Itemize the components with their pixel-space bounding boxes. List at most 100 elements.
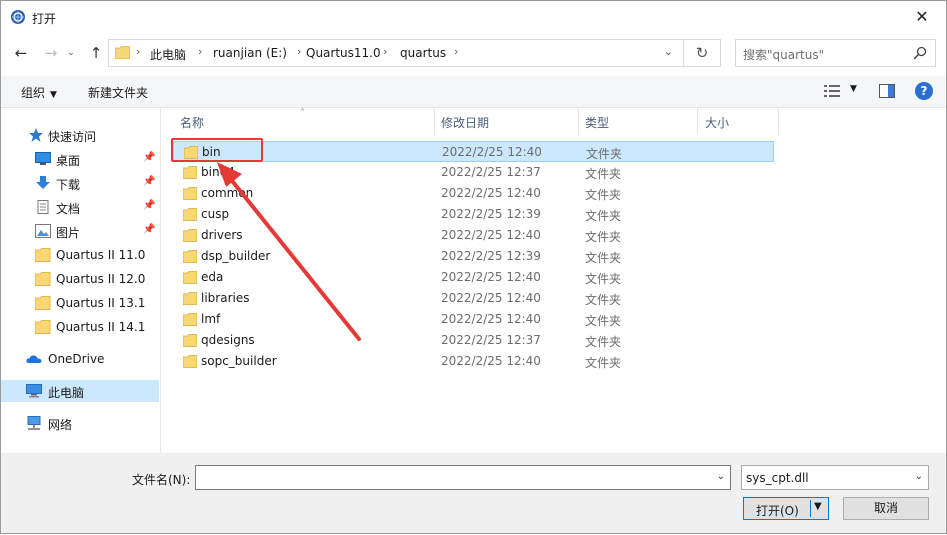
breadcrumb-quartus[interactable]: quartus — [400, 46, 446, 60]
file-type: 文件夹 — [585, 272, 622, 286]
new-folder-button[interactable]: 新建文件夹 — [88, 84, 148, 101]
nav-item-onedrive[interactable]: OneDrive — [1, 348, 159, 370]
file-row[interactable]: bin 2022/2/25 12:40 文件夹 — [173, 141, 774, 162]
file-row[interactable]: eda 2022/2/25 12:40 文件夹 — [173, 267, 774, 288]
nav-label: Quartus II 11.0 — [56, 248, 146, 262]
nav-item-documents[interactable]: 文档 📌 — [1, 196, 159, 218]
address-dropdown-icon[interactable]: ⌄ — [664, 45, 673, 58]
column-header-type[interactable]: 类型 — [585, 114, 609, 131]
file-row[interactable]: libraries 2022/2/25 12:40 文件夹 — [173, 288, 774, 309]
open-dropdown-icon[interactable]: ▼ — [814, 501, 822, 512]
close-button[interactable]: ✕ — [900, 1, 944, 33]
column-header-date[interactable]: 修改日期 — [441, 114, 489, 131]
search-input[interactable]: 搜索"quartus" — [735, 39, 936, 67]
nav-item-quartus-14[interactable]: Quartus II 14.1 — [1, 316, 159, 338]
download-icon — [36, 176, 50, 189]
search-icon — [913, 46, 927, 60]
cancel-button[interactable]: 取消 — [843, 497, 929, 520]
file-type: 文件夹 — [585, 335, 622, 349]
column-divider[interactable] — [578, 108, 579, 135]
nav-item-quartus-13[interactable]: Quartus II 13.1 — [1, 292, 159, 314]
nav-item-quartus-12[interactable]: Quartus II 12.0 — [1, 268, 159, 290]
file-date: 2022/2/25 12:39 — [441, 249, 541, 263]
file-date: 2022/2/25 12:40 — [441, 186, 541, 200]
folder-icon — [183, 355, 197, 368]
help-icon[interactable]: ? — [915, 82, 933, 100]
window-title: 打开 — [32, 12, 57, 26]
computer-icon — [26, 384, 42, 398]
title-bar: 打开 ✕ — [1, 1, 946, 34]
breadcrumb-separator: › — [136, 45, 141, 58]
chevron-down-icon: ⌄ — [914, 471, 923, 482]
filename-input[interactable]: ⌄ — [195, 465, 731, 490]
pictures-icon — [35, 224, 51, 238]
file-row[interactable]: cusp 2022/2/25 12:39 文件夹 — [173, 204, 774, 225]
back-button[interactable]: ← — [10, 41, 32, 65]
file-name: sopc_builder — [201, 354, 277, 368]
nav-quick-access[interactable]: 快速访问 — [1, 124, 159, 146]
preview-pane-icon[interactable] — [879, 84, 895, 98]
nav-item-desktop[interactable]: 桌面 📌 — [1, 148, 159, 170]
refresh-button[interactable]: ↻ — [683, 40, 720, 66]
file-name: common — [201, 186, 254, 200]
file-name: lmf — [201, 312, 221, 326]
document-icon — [37, 200, 49, 214]
file-row[interactable]: lmf 2022/2/25 12:40 文件夹 — [173, 309, 774, 330]
breadcrumb-this-pc[interactable]: 此电脑 — [150, 46, 186, 63]
column-header-size[interactable]: 大小 — [705, 114, 729, 131]
file-row[interactable]: dsp_builder 2022/2/25 12:39 文件夹 — [173, 246, 774, 267]
column-header-name[interactable]: 名称 — [180, 114, 204, 131]
file-type: 文件夹 — [585, 209, 622, 223]
up-button[interactable]: ↑ — [85, 41, 107, 65]
organize-label: 组织 — [21, 86, 46, 100]
desktop-icon — [35, 152, 51, 165]
pin-icon: 📌 — [143, 152, 156, 163]
nav-item-downloads[interactable]: 下载 📌 — [1, 172, 159, 194]
open-button[interactable]: 打开(O) ▼ — [743, 497, 829, 520]
column-divider[interactable] — [697, 108, 698, 135]
breadcrumb-drive[interactable]: ruanjian (E:) — [213, 46, 287, 60]
nav-item-this-pc[interactable]: 此电脑 — [1, 380, 159, 402]
pane-divider[interactable] — [160, 108, 161, 453]
nav-label: 下载 — [56, 178, 81, 192]
chevron-down-icon[interactable]: ⌄ — [717, 471, 725, 482]
nav-label: 文档 — [56, 202, 81, 216]
view-dropdown-icon[interactable]: ▼ — [850, 84, 857, 94]
folder-icon — [183, 250, 197, 263]
file-row[interactable]: bin64 2022/2/25 12:37 文件夹 — [173, 162, 774, 183]
command-bar: 组织 ▼ 新建文件夹 ▼ ? — [1, 76, 946, 108]
file-row[interactable]: common 2022/2/25 12:40 文件夹 — [173, 183, 774, 204]
file-date: 2022/2/25 12:39 — [441, 207, 541, 221]
annotation-highlight-box — [171, 138, 263, 162]
organize-menu[interactable]: 组织 ▼ — [21, 84, 57, 101]
file-row[interactable]: drivers 2022/2/25 12:40 文件夹 — [173, 225, 774, 246]
file-date: 2022/2/25 12:40 — [441, 291, 541, 305]
breadcrumb-separator: › — [198, 45, 203, 58]
nav-item-network[interactable]: 网络 — [1, 412, 159, 434]
folder-icon — [35, 248, 51, 262]
file-row[interactable]: qdesigns 2022/2/25 12:37 文件夹 — [173, 330, 774, 351]
folder-icon — [115, 46, 130, 59]
file-row[interactable]: sopc_builder 2022/2/25 12:40 文件夹 — [173, 351, 774, 372]
file-type: 文件夹 — [585, 167, 622, 181]
file-type-filter[interactable]: sys_cpt.dll ⌄ — [741, 465, 929, 490]
breadcrumb-quartus11[interactable]: Quartus11.0 — [306, 46, 381, 60]
address-bar[interactable]: › 此电脑 › ruanjian (E:) › Quartus11.0 › qu… — [108, 39, 721, 67]
nav-label: 图片 — [56, 226, 81, 240]
file-type: 文件夹 — [585, 251, 622, 265]
file-date: 2022/2/25 12:40 — [442, 145, 542, 159]
nav-label: 网络 — [48, 418, 73, 432]
column-divider[interactable] — [434, 108, 435, 135]
file-name: bin64 — [201, 165, 235, 179]
file-date: 2022/2/25 12:40 — [441, 228, 541, 242]
nav-label: 桌面 — [56, 154, 81, 168]
split-divider — [810, 500, 811, 517]
folder-icon — [183, 292, 197, 305]
forward-button[interactable]: → — [40, 41, 62, 65]
recent-locations-caret[interactable]: ⌄ — [60, 41, 82, 65]
folder-icon — [35, 272, 51, 286]
nav-item-quartus-11[interactable]: Quartus II 11.0 — [1, 244, 159, 266]
view-options-icon[interactable] — [824, 84, 840, 98]
nav-item-pictures[interactable]: 图片 📌 — [1, 220, 159, 242]
column-divider[interactable] — [778, 108, 779, 135]
